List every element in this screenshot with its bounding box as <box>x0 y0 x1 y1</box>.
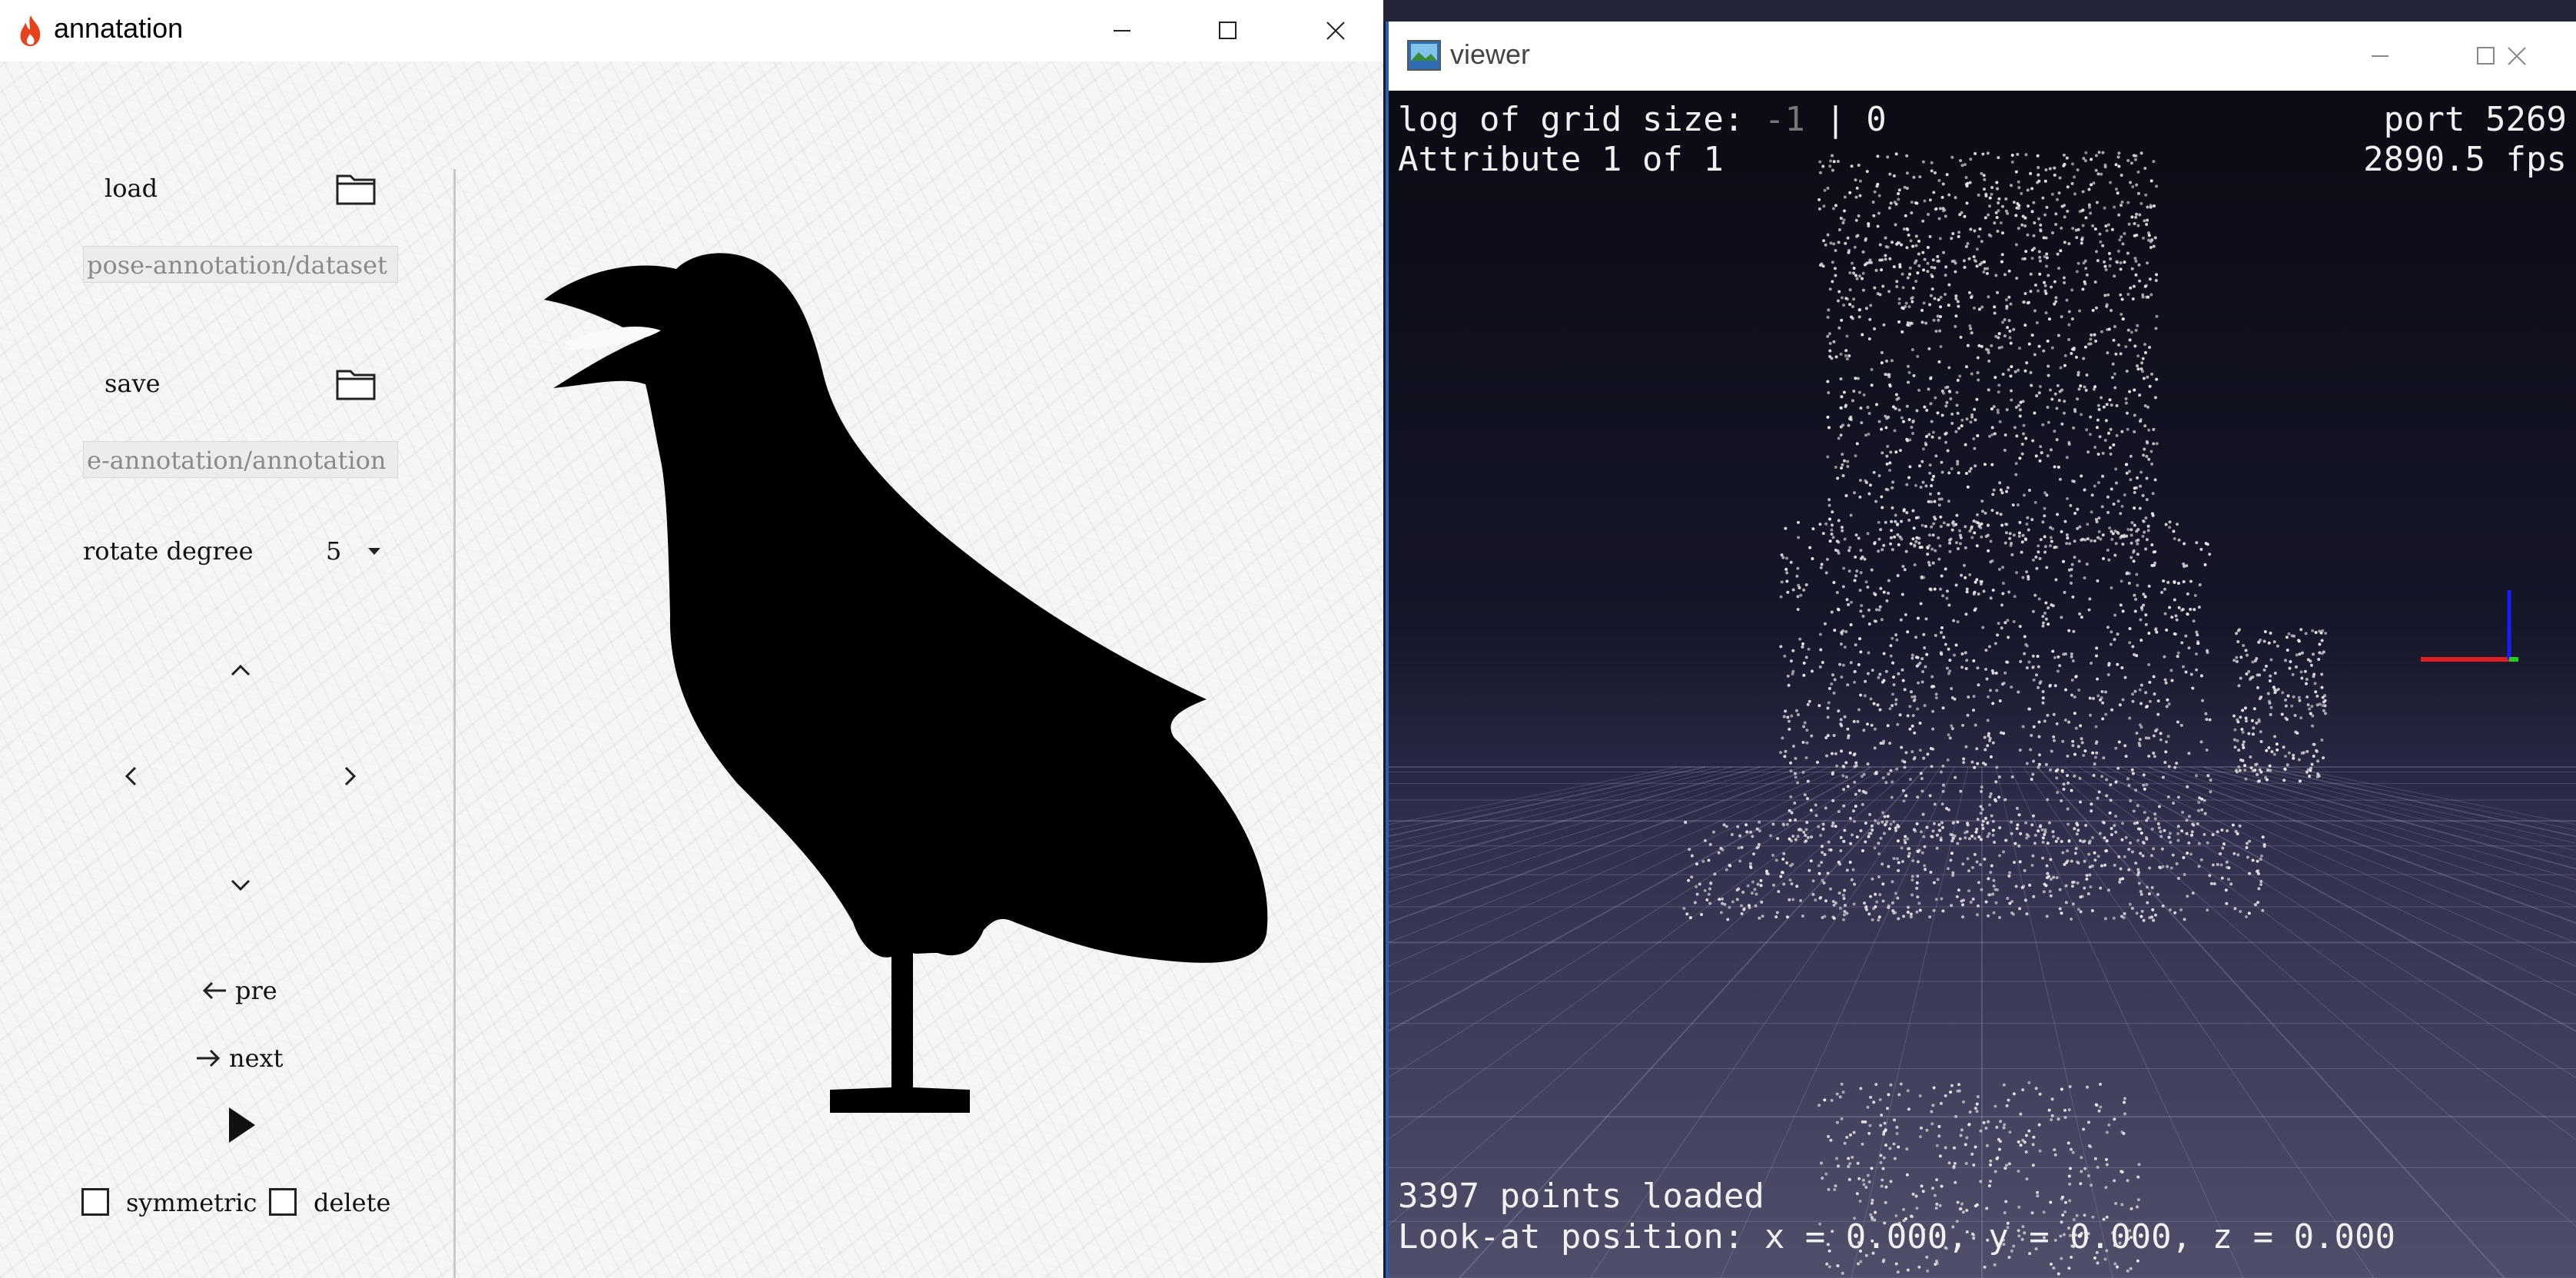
axis-gizmo <box>2421 590 2518 662</box>
play-button[interactable] <box>218 1102 264 1148</box>
next-label: next <box>229 1044 284 1073</box>
viewer-minimize-button[interactable] <box>2326 22 2434 91</box>
chevron-left-icon <box>124 766 137 786</box>
desktop-background <box>1383 0 2576 22</box>
attribute-readout: Attribute 1 of 1 <box>1398 140 1724 179</box>
pre-button[interactable]: pre <box>201 976 277 1005</box>
pre-label: pre <box>235 976 277 1005</box>
chevron-down-icon <box>231 879 251 891</box>
rotate-up-button[interactable] <box>217 647 264 693</box>
bird-silhouette <box>544 253 1268 1114</box>
point-cloud-viewport[interactable]: log of grid size: -1 | 0 port 5269 Attri… <box>1389 91 2576 1278</box>
viewer-title: viewer <box>1450 38 1531 70</box>
look-at-readout: Look-at position: x = 0.000, y = 0.000, … <box>1398 1217 2396 1256</box>
load-path-value: pose-annotation/dataset <box>87 251 387 280</box>
minimize-button[interactable] <box>1068 0 1176 61</box>
save-path-input[interactable]: e-annotation/annotation <box>83 441 398 478</box>
grid-size-readout: log of grid size: -1 | 0 <box>1398 100 1887 139</box>
viewer-close-button[interactable] <box>2463 22 2571 91</box>
play-icon <box>229 1107 255 1143</box>
folder-icon <box>336 370 376 400</box>
delete-checkbox[interactable] <box>269 1188 297 1216</box>
symmetric-checkbox[interactable] <box>81 1188 109 1216</box>
caret-down-icon <box>368 548 380 555</box>
close-button[interactable] <box>1282 0 1383 61</box>
symmetric-label: symmetric <box>126 1188 257 1217</box>
minimize-icon <box>1114 30 1130 32</box>
point-cloud <box>1682 151 2328 1276</box>
save-path-value: e-annotation/annotation <box>87 446 387 475</box>
viewer-app-icon <box>1407 40 1441 71</box>
rotate-left-button[interactable] <box>108 753 154 799</box>
load-folder-button[interactable] <box>335 171 377 206</box>
point-cloud-scene <box>1389 151 2576 1278</box>
minimize-icon <box>2372 55 2388 57</box>
load-path-input[interactable]: pose-annotation/dataset <box>83 246 398 283</box>
load-label: load <box>105 174 158 203</box>
grid-size-label: log of grid size: <box>1398 100 1764 139</box>
folder-icon <box>336 174 376 205</box>
panel-divider <box>453 169 456 1278</box>
annotation-window: annatation load pose-annotation/dataset … <box>0 0 1383 1278</box>
close-icon <box>1326 22 1345 40</box>
maximize-button[interactable] <box>1174 0 1282 61</box>
close-icon <box>2508 47 2526 65</box>
annotation-body: load pose-annotation/dataset save e-anno… <box>0 61 1383 1278</box>
arrow-left-icon <box>202 981 226 1000</box>
annotation-titlebar[interactable]: annatation <box>0 0 1383 61</box>
save-label: save <box>105 369 161 398</box>
rotate-degree-label: rotate degree <box>83 536 254 566</box>
fps-readout: 2890.5 fps <box>2363 140 2567 179</box>
chevron-right-icon <box>344 766 357 786</box>
rotate-right-button[interactable] <box>327 753 373 799</box>
rotate-degree-select[interactable]: 5 <box>323 532 392 570</box>
port-readout: port 5269 <box>2383 100 2567 139</box>
arrow-right-icon <box>197 1049 221 1067</box>
window-title: annatation <box>54 12 184 44</box>
viewer-titlebar[interactable]: viewer <box>1389 22 2576 91</box>
maximize-icon <box>1219 22 1237 39</box>
grid-size-value-b: 0 <box>1866 100 1887 139</box>
rotate-down-button[interactable] <box>217 862 264 908</box>
viewer-window: viewer log of grid size: -1 | 0 port 526… <box>1386 22 2576 1278</box>
grid-size-value-a: -1 <box>1764 100 1805 139</box>
grid-size-sep: | <box>1804 100 1867 139</box>
points-loaded-readout: 3397 points loaded <box>1398 1177 1764 1216</box>
next-button[interactable]: next <box>195 1044 283 1073</box>
delete-label: delete <box>314 1188 391 1217</box>
image-canvas[interactable] <box>458 61 1383 1278</box>
save-folder-button[interactable] <box>335 366 377 401</box>
flame-icon <box>20 15 41 47</box>
chevron-up-icon <box>231 664 251 676</box>
rotate-degree-value: 5 <box>326 536 342 566</box>
